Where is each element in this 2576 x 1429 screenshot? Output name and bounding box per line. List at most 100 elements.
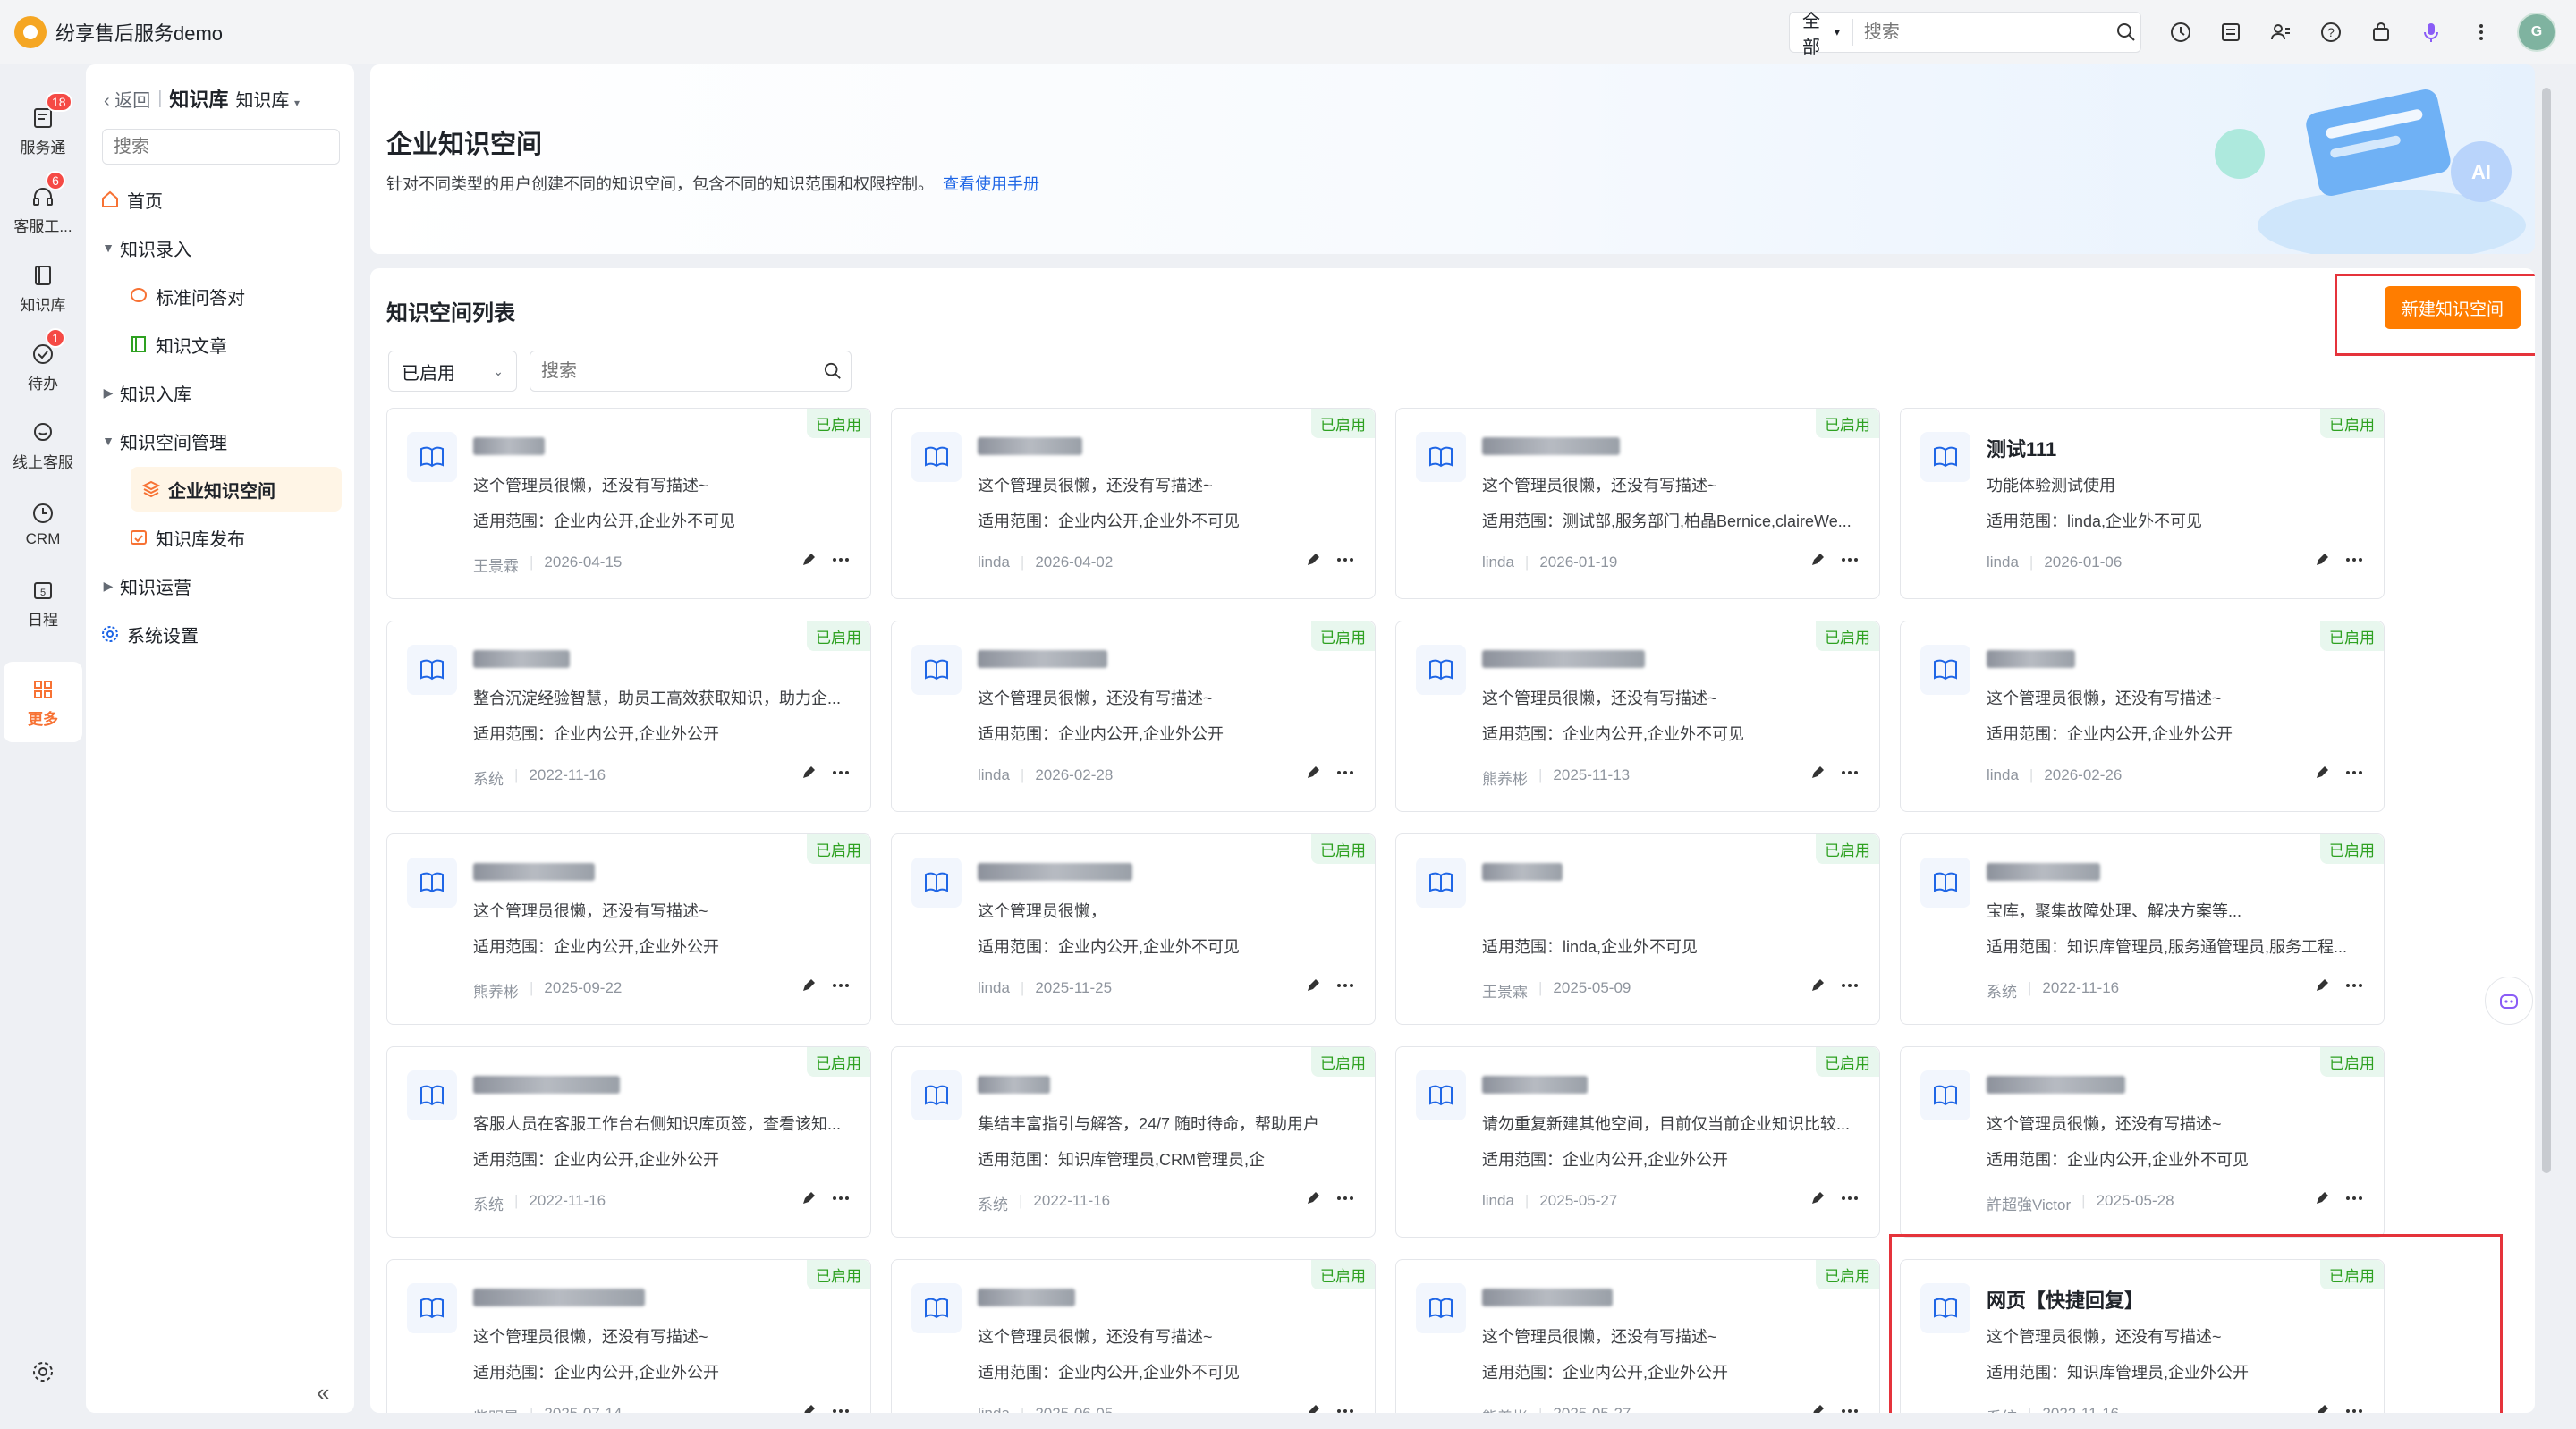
space-card[interactable]: 已启用这个管理员很懒，还没有写描述~ 适用范围：企业内公开,企业外公开熊养彬 | 20… xyxy=(386,833,871,1025)
global-search-input[interactable] xyxy=(1852,21,2112,43)
space-card[interactable]: 已启用 客服人员在客服工作台右侧知识库页签，查看该知... 适用范围：企业内公开,企… xyxy=(386,1046,871,1238)
more-icon[interactable] xyxy=(2465,16,2497,48)
nav-home[interactable]: 首页 xyxy=(98,177,342,222)
edit-icon[interactable] xyxy=(801,977,817,999)
nav-space-management[interactable]: ▼ 知识空间管理 xyxy=(98,419,342,463)
edit-icon[interactable] xyxy=(801,1403,817,1413)
more-icon[interactable] xyxy=(1335,1403,1355,1413)
more-icon[interactable] xyxy=(2344,552,2364,573)
more-icon[interactable] xyxy=(831,977,851,999)
edit-icon[interactable] xyxy=(1305,552,1321,573)
nav-system-settings[interactable]: 系统设置 xyxy=(98,612,342,656)
assistant-bot-icon[interactable] xyxy=(2485,977,2533,1025)
space-card[interactable]: 已启用 这个管理员很懒， 适用范围：企业内公开,企业外不可见 linda | 2025-1… xyxy=(891,833,1376,1025)
edit-icon[interactable] xyxy=(801,1190,817,1212)
more-icon[interactable] xyxy=(831,1403,851,1413)
more-icon[interactable] xyxy=(831,765,851,786)
more-icon[interactable] xyxy=(1335,1190,1355,1212)
contacts-icon[interactable] xyxy=(2265,16,2297,48)
more-icon[interactable] xyxy=(1840,765,1860,786)
space-card[interactable]: 已启用 宝库，聚集故障处理、解决方案等... 适用范围：知识库管理员,服务通管理员,… xyxy=(1900,833,2385,1025)
rail-item-todo[interactable]: 1 待办 xyxy=(4,327,82,404)
space-card[interactable]: 已启用 适用范围：linda,企业外不可见 王景霖 | 2025-05-09 xyxy=(1395,833,1880,1025)
space-card[interactable]: 已启用 测试111 功能体验测试使用 适用范围：linda,企业外不可见 linda | 2… xyxy=(1900,408,2385,599)
bag-icon[interactable] xyxy=(2365,16,2397,48)
edit-icon[interactable] xyxy=(801,552,817,573)
nav-publish[interactable]: 知识库发布 xyxy=(127,515,342,560)
list-search-input[interactable] xyxy=(530,360,815,382)
settings-icon[interactable] xyxy=(25,1354,61,1390)
more-icon[interactable] xyxy=(2344,977,2364,999)
clock-icon[interactable] xyxy=(2165,16,2197,48)
edit-icon[interactable] xyxy=(1305,1403,1321,1413)
module-switcher[interactable]: 知识库 ▾ xyxy=(235,86,300,112)
nav-standard-qa[interactable]: 标准问答对 xyxy=(127,274,342,318)
rail-item-crm[interactable]: CRM xyxy=(4,486,82,562)
sidebar-search-input[interactable] xyxy=(102,129,340,165)
edit-icon[interactable] xyxy=(2314,765,2330,786)
edit-icon[interactable] xyxy=(1809,552,1826,573)
nav-knowledge-article[interactable]: 知识文章 xyxy=(127,322,342,367)
edit-icon[interactable] xyxy=(2314,977,2330,999)
help-icon[interactable]: ? xyxy=(2315,16,2347,48)
back-link[interactable]: ‹ 返回 xyxy=(104,86,150,112)
search-icon[interactable] xyxy=(815,362,851,380)
rail-item-knowledge[interactable]: 知识库 xyxy=(4,250,82,326)
nav-enterprise-space[interactable]: 企业知识空间 xyxy=(131,467,342,512)
space-card[interactable]: 已启用 请勿重复新建其他空间，目前仅当前企业知识比较... 适用范围：企业内公开,企… xyxy=(1395,1046,1880,1238)
space-card[interactable]: 已启用 这个管理员很懒，还没有写描述~ 适用范围：企业内公开,企业外公开 linda |… xyxy=(891,621,1376,812)
rail-item-online-service[interactable]: 线上客服 xyxy=(4,408,82,483)
space-card[interactable]: 已启用 整合沉淀经验智慧，助员工高效获取知识，助力企... 适用范围：企业内公开,企… xyxy=(386,621,871,812)
collapse-sidebar-icon[interactable]: « xyxy=(317,1379,329,1407)
nav-knowledge-import[interactable]: ▶ 知识入库 xyxy=(98,370,342,415)
more-icon[interactable] xyxy=(831,552,851,573)
edit-icon[interactable] xyxy=(1305,977,1321,999)
more-icon[interactable] xyxy=(1335,765,1355,786)
edit-icon[interactable] xyxy=(2314,1190,2330,1212)
notice-icon[interactable] xyxy=(2215,16,2247,48)
more-icon[interactable] xyxy=(2344,1190,2364,1212)
space-card[interactable]: 已启用这个管理员很懒，还没有写描述~ 适用范围：企业内公开,企业外不可见 linda… xyxy=(891,408,1376,599)
space-card[interactable]: 已启用这个管理员很懒，还没有写描述~ 适用范围：企业内公开,企业外公开柴明晨 | 20… xyxy=(386,1259,871,1413)
edit-icon[interactable] xyxy=(1809,1403,1826,1413)
rail-item-more[interactable]: 更多 xyxy=(4,662,82,742)
space-card[interactable]: 已启用 集结丰富指引与解答，24/7 随时待命，帮助用户 适用范围：知识库管理员,C… xyxy=(891,1046,1376,1238)
nav-operations[interactable]: ▶ 知识运营 xyxy=(98,563,342,608)
more-icon[interactable] xyxy=(1840,1403,1860,1413)
more-icon[interactable] xyxy=(1335,552,1355,573)
space-date: 2025-06-05 xyxy=(1035,1405,1113,1413)
rail-item-agent[interactable]: 6 客服工... xyxy=(4,170,82,247)
space-card[interactable]: 已启用这个管理员很懒，还没有写描述~ 适用范围：企业内公开,企业外不可见 linda… xyxy=(891,1259,1376,1413)
ai-illustration: AI xyxy=(2215,89,2526,254)
more-icon[interactable] xyxy=(1840,1190,1860,1212)
more-icon[interactable] xyxy=(2344,765,2364,786)
edit-icon[interactable] xyxy=(1809,1190,1826,1212)
space-card[interactable]: 已启用 这个管理员很懒，还没有写描述~ 适用范围：企业内公开,企业外不可见 王景霖 | 2… xyxy=(386,408,871,599)
search-scope-select[interactable]: 全部 ▾ xyxy=(1790,12,1853,57)
rail-item-calendar[interactable]: 5 日程 xyxy=(4,565,82,640)
rail-item-service[interactable]: 18 服务通 xyxy=(4,91,82,168)
edit-icon[interactable] xyxy=(1809,765,1826,786)
search-icon[interactable] xyxy=(2112,14,2140,50)
space-card[interactable]: 已启用 这个管理员很懒，还没有写描述~ 适用范围：企业内公开,企业外不可见 許超強Vi… xyxy=(1900,1046,2385,1238)
more-icon[interactable] xyxy=(1335,977,1355,999)
nav-knowledge-entry[interactable]: ▼ 知识录入 xyxy=(98,225,342,270)
manual-link[interactable]: 查看使用手册 xyxy=(943,175,1039,193)
mic-icon[interactable] xyxy=(2415,16,2447,48)
space-card[interactable]: 已启用这个管理员很懒，还没有写描述~ 适用范围：企业内公开,企业外公开熊养彬 | 20… xyxy=(1395,1259,1880,1413)
edit-icon[interactable] xyxy=(1305,1190,1321,1212)
edit-icon[interactable] xyxy=(1305,765,1321,786)
edit-icon[interactable] xyxy=(1809,977,1826,999)
card-actions xyxy=(1809,977,1860,999)
more-icon[interactable] xyxy=(1840,977,1860,999)
status-filter-select[interactable]: 已启用 ⌄ xyxy=(388,351,517,392)
space-card[interactable]: 已启用 这个管理员很懒，还没有写描述~ 适用范围：测试部,服务部门,柏晶Bernic… xyxy=(1395,408,1880,599)
more-icon[interactable] xyxy=(1840,552,1860,573)
more-icon[interactable] xyxy=(831,1190,851,1212)
space-card[interactable]: 已启用 这个管理员很懒，还没有写描述~ 适用范围：企业内公开,企业外不可见 熊养彬 | 2… xyxy=(1395,621,1880,812)
user-avatar[interactable]: G xyxy=(2517,13,2556,52)
scrollbar-thumb[interactable] xyxy=(2542,88,2551,1173)
space-card[interactable]: 已启用 这个管理员很懒，还没有写描述~ 适用范围：企业内公开,企业外公开 linda |… xyxy=(1900,621,2385,812)
edit-icon[interactable] xyxy=(2314,552,2330,573)
edit-icon[interactable] xyxy=(801,765,817,786)
